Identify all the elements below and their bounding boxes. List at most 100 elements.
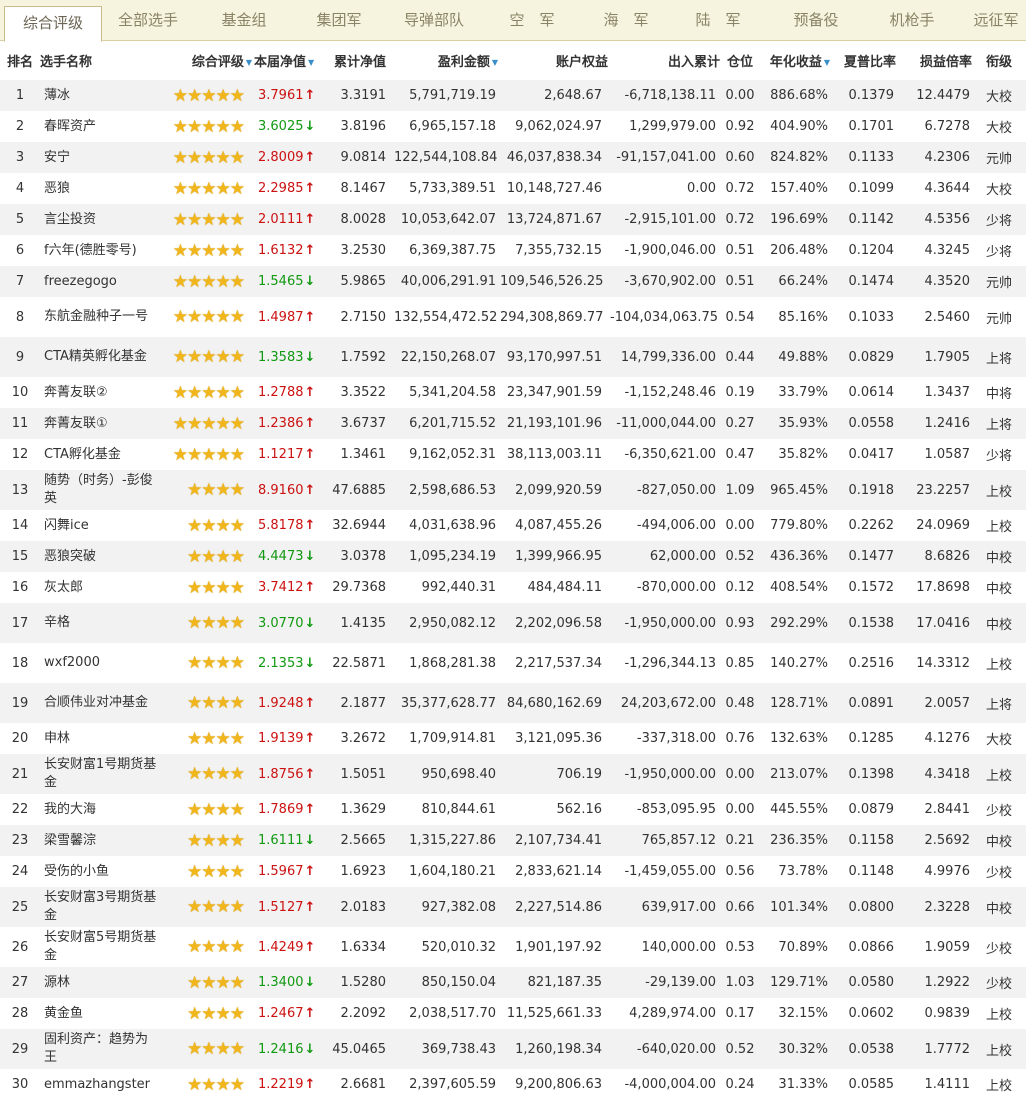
table-row[interactable]: 4 恶狼 ★★★★★ 2.2985↑ 8.1467 5,733,389.51 10,148,… bbox=[0, 173, 1026, 204]
column-header-profit[interactable]: 盈利金额 ▼ bbox=[392, 41, 498, 80]
table-row[interactable]: 30 emmazhangster ★★★★ 1.2219↑ 2.6681 2,397,60… bbox=[0, 1069, 1026, 1100]
pl-ratio-cell: 1.2922 bbox=[924, 975, 971, 990]
player-name-link[interactable]: 黄金鱼 bbox=[40, 998, 160, 1029]
table-row[interactable]: 27 源林 ★★★★ 1.3400↓ 1.5280 850,150.04 821,187.3… bbox=[0, 967, 1026, 998]
table-row[interactable]: 18 wxf2000 ★★★★ 2.1353↓ 22.5871 1,868,281.38 2… bbox=[0, 643, 1026, 683]
player-name-link[interactable]: 长安财富5号期货基金 bbox=[40, 927, 160, 967]
tab-0[interactable]: 综合评级 bbox=[4, 6, 102, 42]
table-row[interactable]: 28 黄金鱼 ★★★★ 1.2467↑ 2.2092 2,038,517.70 11,525… bbox=[0, 998, 1026, 1029]
table-row[interactable]: 11 奔菁友联① ★★★★★ 1.2386↑ 3.6737 6,201,715.52 21,… bbox=[0, 408, 1026, 439]
tab-7[interactable]: 陆 军 bbox=[672, 0, 764, 40]
column-header-annual[interactable]: 年化收益 ▼ bbox=[760, 41, 830, 80]
table-row[interactable]: 22 我的大海 ★★★★ 1.7869↑ 1.3629 810,844.61 562.16-… bbox=[0, 794, 1026, 825]
player-name-link[interactable]: 受伤的小鱼 bbox=[40, 856, 160, 887]
equity-cell: 9,200,806.63 bbox=[515, 1077, 602, 1092]
player-name-link[interactable]: 奔菁友联① bbox=[40, 408, 160, 439]
star-icon: ★ bbox=[215, 653, 231, 673]
sort-desc-icon[interactable]: ▼ bbox=[824, 58, 830, 67]
position-cell: 0.00 bbox=[725, 518, 755, 533]
player-name-link[interactable]: 东航金融种子一号 bbox=[40, 297, 160, 337]
table-row[interactable]: 14 闪舞ice ★★★★ 5.8178↑ 32.6944 4,031,638.96 4,0… bbox=[0, 510, 1026, 541]
equity-cell: 2,107,734.41 bbox=[515, 833, 602, 848]
player-name-link[interactable]: 恶狼 bbox=[40, 173, 160, 204]
player-name-link[interactable]: 闪舞ice bbox=[40, 510, 160, 541]
table-row[interactable]: 9 CTA精英孵化基金 ★★★★★ 1.3583↓ 1.7592 22,150,268.0… bbox=[0, 337, 1026, 377]
table-row[interactable]: 13 随势（时务）-彭俊英 ★★★★ 8.9160↑ 47.6885 2,598,686.… bbox=[0, 470, 1026, 510]
column-header-rating[interactable]: 综合评级 ▼ bbox=[160, 41, 252, 80]
player-name-link[interactable]: 源林 bbox=[40, 967, 160, 998]
table-row[interactable]: 10 奔菁友联② ★★★★★ 1.2788↑ 3.3522 5,341,204.58 23,… bbox=[0, 377, 1026, 408]
position-cell: 0.93 bbox=[725, 615, 755, 631]
table-row[interactable]: 15 恶狼突破 ★★★★ 4.4473↓ 3.0378 1,095,234.19 1,399… bbox=[0, 541, 1026, 572]
tab-1[interactable]: 全部选手 bbox=[100, 0, 196, 40]
table-row[interactable]: 2 春晖资产 ★★★★★ 3.6025↓ 3.8196 6,965,157.18 9,062… bbox=[0, 111, 1026, 142]
nav-value: 1.9139 bbox=[258, 731, 304, 746]
player-name-link[interactable]: 辛格 bbox=[40, 603, 160, 643]
player-name-link[interactable]: 春晖资产 bbox=[40, 111, 160, 142]
player-name-link[interactable]: 长安财富1号期货基金 bbox=[40, 754, 160, 794]
player-name-link[interactable]: 奔菁友联② bbox=[40, 377, 160, 408]
table-row[interactable]: 19 合顺伟业对冲基金 ★★★★ 1.9248↑ 2.1877 35,377,628.77… bbox=[0, 683, 1026, 723]
position-cell: 0.44 bbox=[725, 349, 755, 365]
pl-ratio-cell: 12.4479 bbox=[916, 88, 970, 103]
table-row[interactable]: 24 受伤的小鱼 ★★★★ 1.5967↑ 1.6923 1,604,180.21 2,83… bbox=[0, 856, 1026, 887]
table-row[interactable]: 17 辛格 ★★★★ 3.0770↓ 1.4135 2,950,082.12 2,202,0… bbox=[0, 603, 1026, 643]
star-icon: ★ bbox=[215, 728, 231, 749]
table-row[interactable]: 5 言尘投资 ★★★★★ 2.0111↑ 8.0028 10,053,642.07 13,7… bbox=[0, 204, 1026, 235]
table-row[interactable]: 12 CTA孵化基金 ★★★★★ 1.1217↑ 1.3461 9,162,052.31 3… bbox=[0, 439, 1026, 470]
star-icon: ★ bbox=[187, 1039, 202, 1059]
table-row[interactable]: 26 长安财富5号期货基金 ★★★★ 1.4249↑ 1.6334 520,010.32 1… bbox=[0, 927, 1026, 967]
table-row[interactable]: 1 薄冰 ★★★★★ 3.7961↑ 3.3191 5,791,719.19 2,648.6… bbox=[0, 80, 1026, 111]
tab-9[interactable]: 机枪手 bbox=[860, 0, 964, 40]
player-name-link[interactable]: 恶狼突破 bbox=[40, 541, 160, 572]
table-row[interactable]: 16 灰太郎 ★★★★ 3.7412↑ 29.7368 992,440.31 484,484… bbox=[0, 572, 1026, 603]
nav-value: 1.5465 bbox=[258, 274, 304, 289]
tab-3[interactable]: 集团军 bbox=[292, 0, 386, 40]
rank-title-cell: 元帅 bbox=[985, 276, 1012, 291]
table-row[interactable]: 20 申林 ★★★★ 1.9139↑ 3.2672 1,709,914.81 3,121,0… bbox=[0, 723, 1026, 754]
player-name-link[interactable]: 安宁 bbox=[40, 142, 160, 173]
rank-title-cell: 大校 bbox=[985, 183, 1012, 198]
tab-2[interactable]: 基金组 bbox=[200, 0, 288, 40]
cumulative-nav-cell: 3.2672 bbox=[340, 731, 387, 746]
tab-10[interactable]: 远征军 bbox=[966, 0, 1026, 40]
sort-desc-icon[interactable]: ▼ bbox=[492, 58, 498, 67]
equity-cell: 2,202,096.58 bbox=[515, 615, 602, 631]
player-name-link[interactable]: 灰太郎 bbox=[40, 572, 160, 603]
player-name-link[interactable]: freezegogo bbox=[40, 266, 160, 297]
table-row[interactable]: 6 f六年(德胜零号) ★★★★★ 1.6132↑ 3.2530 6,369,387.75… bbox=[0, 235, 1026, 266]
player-name-link[interactable]: 薄冰 bbox=[40, 80, 160, 111]
tab-4[interactable]: 导弹部队 bbox=[388, 0, 480, 40]
table-row[interactable]: 21 长安财富1号期货基金 ★★★★ 1.8756↑ 1.5051 950,698.40 7… bbox=[0, 754, 1026, 794]
sort-desc-icon[interactable]: ▼ bbox=[308, 58, 314, 67]
nav-value: 2.0111 bbox=[258, 212, 304, 227]
tab-8[interactable]: 预备役 bbox=[766, 0, 866, 40]
star-icon: ★ bbox=[201, 897, 216, 917]
player-name-link[interactable]: CTA精英孵化基金 bbox=[40, 337, 160, 377]
player-name-link[interactable]: 随势（时务）-彭俊英 bbox=[40, 470, 160, 510]
player-name-link[interactable]: 合顺伟业对冲基金 bbox=[40, 683, 160, 723]
table-row[interactable]: 3 安宁 ★★★★★ 2.8009↑ 9.0814 122,544,108.84 46,03… bbox=[0, 142, 1026, 173]
player-name-link[interactable]: wxf2000 bbox=[40, 643, 160, 683]
nav-value: 1.4987 bbox=[258, 309, 304, 325]
table-row[interactable]: 8 东航金融种子一号 ★★★★★ 1.4987↑ 2.7150 132,554,472.5… bbox=[0, 297, 1026, 337]
player-name-link[interactable]: 言尘投资 bbox=[40, 204, 160, 235]
player-name-link[interactable]: 长安财富3号期货基金 bbox=[40, 887, 160, 927]
player-name-link[interactable]: CTA孵化基金 bbox=[40, 439, 160, 470]
player-name-link[interactable]: emmazhangster bbox=[40, 1069, 160, 1100]
player-name-link[interactable]: f六年(德胜零号) bbox=[40, 235, 160, 266]
table-row[interactable]: 23 梁雪馨淙 ★★★★ 1.6111↓ 2.5665 1,315,227.86 2,107… bbox=[0, 825, 1026, 856]
star-icon: ★ bbox=[215, 861, 231, 882]
table-row[interactable]: 7 freezegogo ★★★★★ 1.5465↓ 5.9865 40,006,291.… bbox=[0, 266, 1026, 297]
column-header-nav[interactable]: 本届净值 ▼ bbox=[252, 41, 324, 80]
tab-5[interactable]: 空 军 bbox=[484, 0, 580, 40]
star-icon: ★ bbox=[201, 515, 216, 536]
tab-6[interactable]: 海 军 bbox=[578, 0, 674, 40]
player-name-link[interactable]: 梁雪馨淙 bbox=[40, 825, 160, 856]
player-name-link[interactable]: 我的大海 bbox=[40, 794, 160, 825]
player-name-link[interactable]: 固利资产：趋势为王 bbox=[40, 1029, 160, 1069]
table-row[interactable]: 25 长安财富3号期货基金 ★★★★ 1.5127↑ 2.0183 927,382.08 2… bbox=[0, 887, 1026, 927]
player-name-link[interactable]: 申林 bbox=[40, 723, 160, 754]
sort-desc-icon[interactable]: ▼ bbox=[246, 58, 252, 67]
table-row[interactable]: 29 固利资产：趋势为王 ★★★★ 1.2416↓ 45.0465 369,738.43 1… bbox=[0, 1029, 1026, 1069]
